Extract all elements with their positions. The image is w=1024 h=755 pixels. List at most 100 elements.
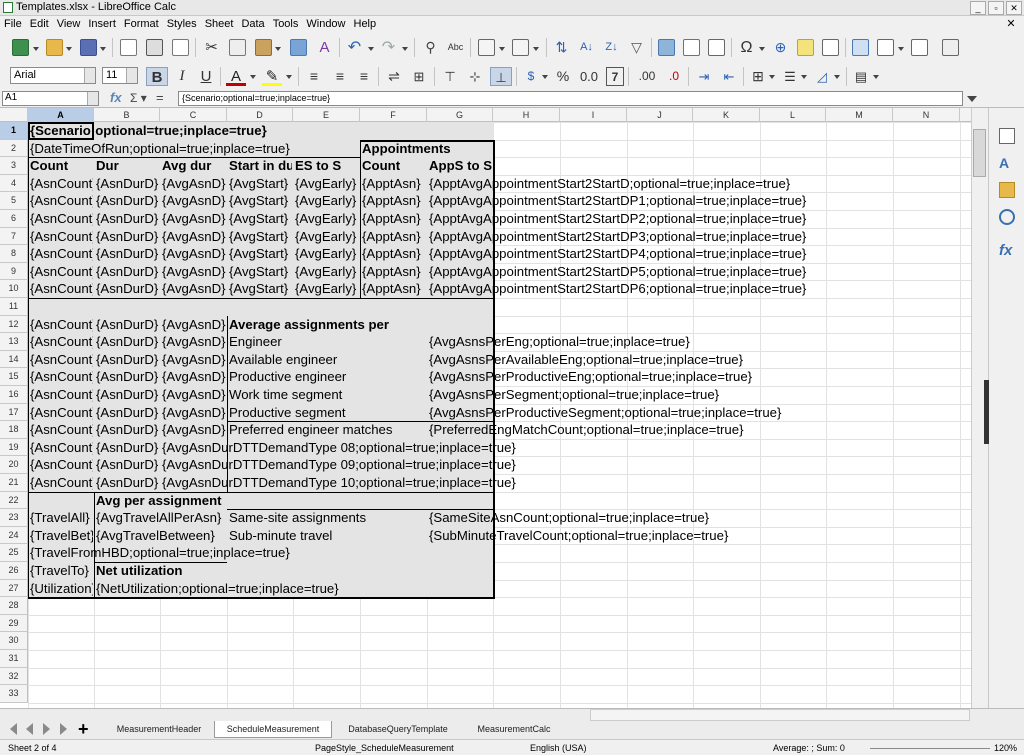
column-header[interactable]: M	[826, 108, 893, 122]
cell-f6[interactable]: {ApptAsn}	[362, 210, 426, 228]
cell-b27[interactable]: {NetUtilization;optional=true;inplace=tr…	[96, 580, 339, 598]
sidebar-collapse-handle[interactable]	[984, 380, 989, 444]
cell-d10[interactable]: {AvgStart}	[229, 280, 292, 298]
cell-g7[interactable]: {ApptAvgAppointmentStart2StartDP3;option…	[429, 228, 806, 246]
sort-ascending-icon[interactable]: A↓	[578, 39, 595, 56]
cell-e3[interactable]: ES to S	[295, 157, 359, 175]
cell-a8[interactable]: {AsnCount}	[30, 245, 93, 263]
cell-f10[interactable]: {ApptAsn}	[362, 280, 426, 298]
cell-d7[interactable]: {AvgStart}	[229, 228, 292, 246]
cell-c3[interactable]: Avg dur	[162, 157, 226, 175]
row-header[interactable]: 20	[0, 456, 28, 474]
cell-a20[interactable]: {AsnCount}	[30, 456, 93, 474]
cell-b4[interactable]: {AsnDurD}	[96, 175, 159, 193]
close-button[interactable]: ✕	[1006, 1, 1022, 15]
row-header[interactable]: 12	[0, 315, 28, 334]
cell-e10[interactable]: {AvgEarly}	[295, 280, 359, 298]
menu-edit[interactable]: Edit	[26, 17, 53, 30]
bold-button[interactable]: B	[146, 67, 168, 86]
column-header[interactable]: K	[693, 108, 760, 122]
border-style-icon[interactable]: ☰	[781, 67, 799, 86]
cell-g24[interactable]: {SubMinuteTravelCount;optional=true;inpl…	[429, 527, 728, 545]
tab-measurement-calc[interactable]: MeasurementCalc	[464, 721, 564, 738]
row-header[interactable]: 15	[0, 368, 28, 386]
font-size-dropdown[interactable]	[126, 68, 137, 83]
spelling-icon[interactable]: Abc	[447, 39, 464, 56]
cell-c4[interactable]: {AvgAsnD}	[162, 175, 226, 193]
cell-b3[interactable]: Dur	[96, 157, 159, 175]
row-header[interactable]: 27	[0, 579, 28, 598]
comment-icon[interactable]	[797, 39, 814, 56]
zoom-level[interactable]: 120%	[994, 743, 1017, 753]
cell-g15[interactable]: {AvgAsnsPerProductiveEng;optional=true;i…	[429, 368, 752, 386]
first-sheet-icon[interactable]	[10, 723, 17, 735]
cell-a21[interactable]: {AsnCount}	[30, 474, 93, 492]
cell-b14[interactable]: {AsnDurD}	[96, 351, 159, 369]
cell-a19[interactable]: {AsnCount}	[30, 439, 93, 457]
add-decimal-place-icon[interactable]: .00	[634, 67, 660, 86]
cell-d8[interactable]: {AvgStart}	[229, 245, 292, 263]
menu-view[interactable]: View	[53, 17, 85, 30]
row-icon[interactable]	[478, 39, 495, 56]
cell-g5[interactable]: {ApptAvgAppointmentStart2StartDP1;option…	[429, 192, 806, 210]
cell-a17[interactable]: {AsnCount}	[30, 404, 93, 422]
cell-b9[interactable]: {AsnDurD}	[96, 263, 159, 281]
spreadsheet-grid[interactable]: ABCDEFGHIJKLMN 1 2 3 4 5 6 7 8 9 10 11 12 13 14 15 16 17…	[0, 108, 988, 708]
find-replace-icon[interactable]: ⚲	[422, 39, 439, 56]
insert-chart-icon[interactable]	[683, 39, 700, 56]
vertical-scroll-thumb[interactable]	[973, 129, 986, 177]
show-draw-functions-icon[interactable]	[942, 39, 959, 56]
new-document-icon[interactable]	[12, 39, 29, 56]
cell-c13[interactable]: {AvgAsnD}	[162, 333, 226, 351]
increase-indent-icon[interactable]: ⇥	[694, 67, 714, 86]
row-header[interactable]: 22	[0, 491, 28, 510]
cell-c19[interactable]: {AvgAsnDurDTTDemandType 08;optional=true…	[162, 439, 516, 457]
column-header[interactable]: L	[760, 108, 826, 122]
row-header[interactable]: 24	[0, 526, 28, 545]
cell-c16[interactable]: {AvgAsnD}	[162, 386, 226, 404]
cell-c5[interactable]: {AvgAsnD}	[162, 192, 226, 210]
previous-sheet-icon[interactable]	[26, 723, 33, 735]
cell-g4[interactable]: {ApptAvgAppointmentStart2StartD;optional…	[429, 175, 790, 193]
wrap-text-icon[interactable]: ⇌	[384, 67, 404, 86]
row-header[interactable]: 2	[0, 139, 28, 158]
column-icon[interactable]	[512, 39, 529, 56]
cell-g18[interactable]: {PreferredEngMatchCount;optional=true;in…	[429, 421, 744, 439]
cell-b18[interactable]: {AsnDurD}	[96, 421, 159, 439]
cell-c18[interactable]: {AvgAsnD}	[162, 421, 226, 439]
cell-e7[interactable]: {AvgEarly}	[295, 228, 359, 246]
cell-f9[interactable]: {ApptAsn}	[362, 263, 426, 281]
number-format-icon[interactable]: 0.0	[576, 67, 602, 86]
cell-b20[interactable]: {AsnDurD}	[96, 456, 159, 474]
cell-d23[interactable]: Same-site assignments	[229, 509, 366, 527]
row-header[interactable]: 29	[0, 614, 28, 633]
cell-g17[interactable]: {AvgAsnsPerProductiveSegment;optional=tr…	[429, 404, 781, 422]
horizontal-scrollbar[interactable]	[590, 709, 970, 721]
cell-a26[interactable]: {TravelTo}	[30, 562, 93, 580]
cell-b10[interactable]: {AsnDurD}	[96, 280, 159, 298]
cell-b5[interactable]: {AsnDurD}	[96, 192, 159, 210]
cell-f4[interactable]: {ApptAsn}	[362, 175, 426, 193]
font-name-input[interactable]: Arial	[10, 67, 96, 84]
cut-icon[interactable]: ✂	[203, 39, 220, 56]
cell-d9[interactable]: {AvgStart}	[229, 263, 292, 281]
cell-e6[interactable]: {AvgEarly}	[295, 210, 359, 228]
cell-e8[interactable]: {AvgEarly}	[295, 245, 359, 263]
cell-g6[interactable]: {ApptAvgAppointmentStart2StartDP2;option…	[429, 210, 806, 228]
align-top-icon[interactable]: ⊤	[440, 67, 460, 86]
navigator-icon[interactable]	[999, 209, 1015, 225]
cell-g3[interactable]: AppS to S	[429, 157, 492, 175]
cell-a5[interactable]: {AsnCount}	[30, 192, 93, 210]
styles-icon[interactable]: A	[999, 155, 1015, 171]
row-header[interactable]: 16	[0, 386, 28, 404]
cell-g9[interactable]: {ApptAvgAppointmentStart2StartDP5;option…	[429, 263, 806, 281]
column-header[interactable]: I	[560, 108, 627, 122]
select-all-corner[interactable]	[0, 108, 28, 122]
save-icon[interactable]	[80, 39, 97, 56]
cell-a18[interactable]: {AsnCount}	[30, 421, 93, 439]
undo-icon[interactable]: ↶	[346, 39, 363, 56]
row-header[interactable]: 3	[0, 157, 28, 175]
name-box[interactable]: A1	[2, 91, 99, 106]
cell-a12[interactable]: {AsnCount}	[30, 316, 93, 334]
cell-d5[interactable]: {AvgStart}	[229, 192, 292, 210]
